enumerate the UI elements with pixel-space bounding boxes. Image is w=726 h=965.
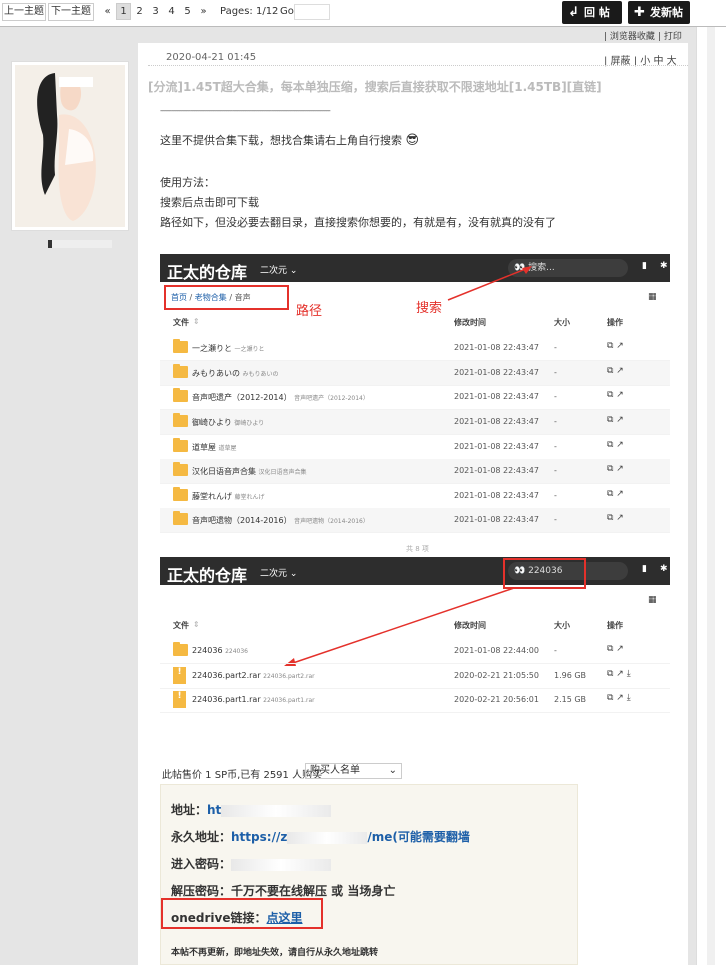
gear-icon[interactable]: ✱: [660, 564, 668, 574]
folder-icon: [173, 438, 188, 452]
storage-header-2: 正太的仓库 二次元 ⌄ 👀 224036 ▮ ✱: [160, 557, 670, 585]
copy-open-icons: ⧉ ↗: [607, 366, 624, 376]
scrollbar[interactable]: [696, 27, 726, 965]
storage-title: 正太的仓库: [167, 263, 248, 282]
pages-info: Pages: 1/12: [220, 6, 279, 17]
table-row[interactable]: 御崎ひより 御崎ひより 2021-01-08 22:43:47- ⧉ ↗: [160, 410, 670, 435]
gear-icon[interactable]: ✱: [660, 261, 668, 271]
copy-open-icons: ⧉ ↗: [607, 464, 624, 474]
page-first[interactable]: «: [100, 3, 115, 20]
notice-text: 本帖不再更新，即地址失效，请自行从永久地址跳转: [171, 948, 379, 958]
folder-icon: [173, 487, 188, 501]
new-post-label: 发新帖: [650, 6, 683, 19]
page-4[interactable]: 4: [164, 3, 179, 20]
plus-icon: ✚: [634, 5, 645, 20]
page-last[interactable]: »: [196, 3, 211, 20]
storage-title-2: 正太的仓库: [167, 566, 248, 585]
folder-icon: [173, 364, 188, 378]
copy-open-icons: ⧉ ↗: [607, 440, 624, 450]
password-line: 进入密码：: [171, 855, 332, 872]
reply-icon: ↲: [568, 5, 579, 20]
table-row[interactable]: ! 224036.part1.rar 224036.part1.rar 2020-0…: [160, 688, 670, 713]
table-header-2: 文件 ⇕ 修改时间 大小 操作: [173, 620, 623, 630]
post-date: 2020-04-21 01:45: [166, 52, 257, 63]
reply-button[interactable]: ↲ 回 帖: [562, 1, 622, 24]
copy-open-icons: ⧉ ↗: [607, 415, 624, 425]
folder-icon: [173, 511, 188, 525]
page-5[interactable]: 5: [180, 3, 195, 20]
usage-step-1: 搜索后点击即可下载: [160, 196, 259, 209]
folder-icon: [173, 413, 188, 427]
sale-info: 此帖售价 1 SP币,已有 2591 人购买: [162, 770, 323, 781]
archive-icon: !: [173, 691, 186, 708]
new-post-button[interactable]: ✚ 发新帖: [628, 1, 690, 24]
go-input[interactable]: [294, 4, 330, 20]
folder-icon: [173, 388, 188, 402]
table-row[interactable]: みもりあいの みもりあいの 2021-01-08 22:43:47- ⧉ ↗: [160, 361, 670, 386]
category-select-2[interactable]: 二次元 ⌄: [260, 566, 297, 579]
table-row[interactable]: 音声吧遗产（2012-2014） 音声吧遗产（2012-2014） 2021-01…: [160, 385, 670, 410]
post-toolbar: | 浏览器收藏 | 打印: [0, 27, 696, 43]
right-gutter: [688, 43, 696, 965]
table-row[interactable]: 道草屋 道草屋 2021-01-08 22:43:47- ⧉ ↗: [160, 435, 670, 460]
avatar[interactable]: [11, 61, 129, 231]
buyers-select[interactable]: 购买人名单 ⌄: [305, 763, 402, 779]
crumb-collection[interactable]: 老物合集: [195, 293, 227, 302]
folder-icon: [173, 462, 188, 476]
item-count: 共 8 项: [406, 545, 429, 553]
folder-icon: [173, 642, 188, 656]
page-2[interactable]: 2: [132, 3, 147, 20]
crumb-home[interactable]: 首页: [171, 293, 187, 302]
grid-view-icon[interactable]: ▦: [648, 595, 657, 605]
bookmark-link[interactable]: | 浏览器收藏: [604, 29, 655, 42]
unzip-password-line: 解压密码：千万不要在线解压 或 当场身亡: [171, 884, 396, 898]
crumb-current: 音声: [234, 293, 251, 302]
grid-view-icon[interactable]: ▦: [648, 292, 657, 302]
emoji-icon: 😎: [405, 133, 420, 148]
archive-icon: !: [173, 667, 186, 684]
top-nav: 上一主题 下一主题 « 1 2 3 4 5 » Pages: 1/12 Go ↲…: [0, 0, 726, 26]
annotation-arrow-1: [447, 266, 532, 301]
perm-address-line: 永久地址：https://z/me(可能需要翻墙: [171, 830, 470, 844]
author-name[interactable]: [48, 240, 112, 248]
breadcrumb: 首页 / 老物合集 / 音声: [171, 293, 251, 302]
text-divider: ----------------------------------------…: [160, 106, 331, 115]
copy-open-download-icons: ⧉ ↗ ⤓: [607, 669, 631, 679]
table-row[interactable]: 汉化日语音声合集 汉化日语音声合集 2021-01-08 22:43:47- ⧉ ↗: [160, 459, 670, 484]
book-icon[interactable]: ▮: [642, 261, 647, 271]
table-row[interactable]: 藤堂れんげ 藤堂れんげ 2021-01-08 22:43:47- ⧉ ↗: [160, 484, 670, 509]
go-label: Go: [280, 6, 294, 17]
print-link[interactable]: | 打印: [658, 29, 682, 42]
table-header-1: 文件 ⇕ 修改时间 大小 操作: [173, 317, 623, 327]
table-row[interactable]: 音声吧遗物（2014-2016） 音声吧遗物（2014-2016） 2021-01…: [160, 508, 670, 533]
copy-open-icons: ⧉ ↗: [607, 513, 624, 523]
table-row[interactable]: 一之瀬りと 一之瀬りと 2021-01-08 22:43:47- ⧉ ↗: [160, 336, 670, 361]
reply-label: 回 帖: [584, 6, 610, 19]
prev-topic-button[interactable]: 上一主题: [2, 3, 46, 21]
usage-step-2: 路径如下，但没必要去翻目录，直接搜索你想要的，有就是有，没有就真的没有了: [160, 216, 556, 229]
storage-header-1: 正太的仓库 二次元 ⌄ 👀 搜索... ▮ ✱: [160, 254, 670, 282]
hidden-content-box: 地址：ht 永久地址：https://z/me(可能需要翻墙 进入密码： 解压密…: [160, 784, 578, 965]
table-row[interactable]: 224036 224036 2021-01-08 22:44:00- ⧉ ↗: [160, 639, 670, 664]
next-topic-button[interactable]: 下一主题: [48, 3, 94, 21]
copy-open-icons: ⧉ ↗: [607, 644, 624, 654]
page-1[interactable]: 1: [116, 3, 131, 20]
category-select[interactable]: 二次元 ⌄: [260, 263, 297, 276]
table-row[interactable]: ! 224036.part2.rar 224036.part2.rar 2020-0…: [160, 664, 670, 689]
folder-icon: [173, 339, 188, 353]
header-divider: [148, 65, 688, 66]
book-icon[interactable]: ▮: [642, 564, 647, 574]
copy-open-icons: ⧉ ↗: [607, 390, 624, 400]
copy-open-icons: ⧉ ↗: [607, 341, 624, 351]
copy-open-download-icons: ⧉ ↗ ⤓: [607, 693, 631, 703]
post-title: [分流]1.45T超大合集，每本单独压缩，搜索后直接获取不限速地址[1.45TB…: [148, 80, 602, 94]
address-line: 地址：ht: [171, 801, 332, 818]
onedrive-highlight: [161, 898, 323, 929]
usage-title: 使用方法：: [160, 176, 215, 189]
post-line-1: 这里不提供合集下载，想找合集请右上角自行搜索 😎: [160, 132, 419, 148]
post-line-1-text: 这里不提供合集下载，想找合集请右上角自行搜索: [160, 134, 402, 147]
page-3[interactable]: 3: [148, 3, 163, 20]
copy-open-icons: ⧉ ↗: [607, 489, 624, 499]
